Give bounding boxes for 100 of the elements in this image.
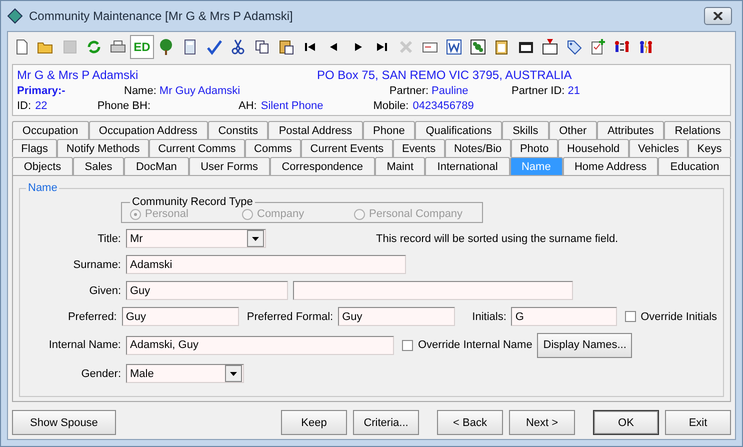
paste-icon <box>277 38 295 56</box>
tab[interactable]: Objects <box>12 157 73 175</box>
edit-button[interactable]: ED <box>130 35 154 59</box>
tab[interactable]: Sales <box>72 157 124 175</box>
word-document-icon <box>445 38 463 56</box>
tab[interactable]: Other <box>548 121 598 139</box>
group-title: Name <box>27 182 58 194</box>
delete-icon <box>397 38 415 56</box>
cut-icon <box>229 38 247 56</box>
caret-icon <box>252 236 259 240</box>
info-value: 0423456789 <box>412 100 474 112</box>
sort-note: This record will be sorted using the surname field. <box>376 232 618 244</box>
info-label: ID: <box>17 100 32 112</box>
tab[interactable]: Relations <box>664 121 732 139</box>
tree-icon <box>157 38 175 56</box>
postal-address: PO Box 75, SAN REMO VIC 3795, AUSTRALIA <box>317 68 572 82</box>
preferred-field[interactable]: Guy <box>122 307 239 326</box>
household-name: Mr G & Mrs P Adamski <box>17 68 140 82</box>
tab[interactable]: Skills <box>502 121 549 139</box>
dialog-button[interactable]: Criteria... <box>353 410 419 435</box>
tab[interactable]: DocMan <box>124 157 189 175</box>
display-names-button[interactable]: Display Names... <box>537 332 632 358</box>
radio-button[interactable] <box>354 208 365 220</box>
people-icon <box>637 38 655 56</box>
tag-icon <box>565 38 583 56</box>
info-value: Mr Guy Adamski <box>159 85 242 97</box>
field-label: Preferred Formal: <box>246 310 334 322</box>
add-task-icon <box>589 38 607 56</box>
field-label: Initials: <box>472 310 506 322</box>
tab[interactable]: Comms <box>244 139 302 157</box>
internal-name-field[interactable]: Adamski, Guy <box>126 336 394 354</box>
copy-icon <box>253 38 271 56</box>
tab[interactable]: Postal Address <box>268 121 363 139</box>
tab[interactable]: Home Address <box>562 157 658 175</box>
given-name-field[interactable] <box>293 281 573 300</box>
field-label: Title: <box>96 232 121 244</box>
primary-label: Primary:- <box>17 85 66 97</box>
dialog-button[interactable]: Exit <box>665 410 731 435</box>
field-label: Preferred: <box>66 310 117 322</box>
dialog-button[interactable]: Next > <box>509 410 575 435</box>
tab[interactable]: Photo <box>510 139 558 157</box>
tab[interactable]: Attributes <box>597 121 664 139</box>
field-label: Given: <box>88 284 121 296</box>
info-label: Partner ID: <box>512 85 565 97</box>
save-icon <box>61 38 79 56</box>
tab[interactable]: Phone <box>362 121 416 139</box>
window-title: Community Maintenance [Mr G & Mrs P Adamski] <box>29 9 294 23</box>
close-icon <box>713 12 723 20</box>
tab[interactable]: International <box>425 157 510 175</box>
close-button[interactable] <box>704 7 732 25</box>
caret-icon <box>230 372 237 376</box>
tab[interactable]: Current Comms <box>148 139 245 157</box>
field-label: Gender: <box>80 368 121 380</box>
tab[interactable]: Qualifications <box>415 121 502 139</box>
tab[interactable]: User Forms <box>188 157 270 175</box>
dialog-button[interactable]: < Back <box>437 410 503 435</box>
info-value: Silent Phone <box>260 100 324 112</box>
checkbox[interactable] <box>402 340 413 350</box>
info-label: Phone BH: <box>97 100 151 112</box>
given-name-field[interactable]: Guy <box>126 281 288 300</box>
info-label: Name: <box>124 85 156 97</box>
tab[interactable]: Maint <box>374 157 426 175</box>
checkbox-label: Override Initials <box>640 310 718 322</box>
preferred-formal-field[interactable]: Guy <box>338 307 456 326</box>
gender-dropdown[interactable]: Male <box>126 364 244 383</box>
info-label: AH: <box>238 100 257 112</box>
info-label: Partner: <box>389 85 429 97</box>
radio-button[interactable] <box>242 208 253 220</box>
radio-button[interactable] <box>130 208 141 220</box>
tab[interactable]: Events <box>392 139 445 157</box>
tab[interactable]: Current Events <box>301 139 393 157</box>
field-label: Internal Name: <box>48 339 121 351</box>
radio-label: Personal <box>145 208 188 220</box>
tab[interactable]: Flags <box>12 139 58 157</box>
app-logo-icon <box>7 8 23 24</box>
tab[interactable]: Notify Methods <box>57 139 149 157</box>
tab[interactable]: Correspondence <box>270 157 375 175</box>
info-value: 22 <box>35 100 48 112</box>
radio-label: Company <box>257 208 304 220</box>
tab[interactable]: Education <box>658 157 732 175</box>
tab[interactable]: Occupation <box>12 121 88 139</box>
checkbox-label: Override Internal Name <box>418 339 532 351</box>
group-title: Community Record Type <box>131 196 254 208</box>
title-dropdown[interactable]: Mr <box>126 229 266 248</box>
tab[interactable]: Vehicles <box>628 139 688 157</box>
show-spouse-button[interactable]: Show Spouse <box>12 410 116 435</box>
radio-label: Personal Company <box>369 208 463 220</box>
refresh-icon <box>85 38 103 56</box>
tab[interactable]: Keys <box>688 139 731 157</box>
checkbox[interactable] <box>624 311 636 322</box>
dialog-button[interactable]: OK <box>593 410 659 435</box>
tab[interactable]: Constits <box>208 121 268 139</box>
tab[interactable]: Notes/Bio <box>444 139 511 157</box>
dialog-button[interactable]: Keep <box>281 410 347 435</box>
tab[interactable]: Occupation Address <box>88 121 208 139</box>
tab[interactable]: Household <box>558 139 629 157</box>
initials-field[interactable]: G <box>511 307 617 326</box>
info-label: Mobile: <box>373 100 409 112</box>
surname-field[interactable]: Adamski <box>126 255 406 274</box>
field-label: Surname: <box>72 258 121 270</box>
